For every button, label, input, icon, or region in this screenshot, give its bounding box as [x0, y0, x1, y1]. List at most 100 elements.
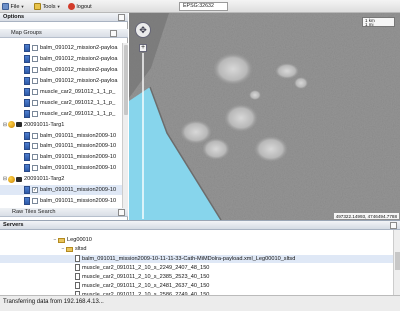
servers-header: Servers [0, 220, 400, 230]
layer-checkbox[interactable] [32, 67, 38, 74]
layer-checkbox[interactable] [32, 89, 38, 95]
file-icon [75, 282, 80, 290]
layer-checkbox[interactable] [32, 143, 38, 150]
scale-bottom-label: 1 mi [365, 22, 374, 27]
options-panel: Options Map Groups balm_091012_mission2-… [0, 13, 128, 220]
tree-scrollbar[interactable] [122, 43, 128, 208]
pan-arrows-icon: ✥ [139, 24, 147, 35]
file-icon [75, 264, 80, 272]
server-folder[interactable]: − sltsd [60, 245, 87, 254]
zoom-in-button[interactable]: + [139, 44, 147, 52]
raw-tiles-search-header[interactable]: Raw Tiles Search [0, 208, 128, 217]
tree-layer-item[interactable]: balm_091011_mission2009-10 [0, 184, 122, 196]
file-menu[interactable]: File ▼ [2, 2, 24, 11]
tools-menu[interactable]: Tools ▼ [34, 2, 61, 11]
server-item-label: sltsd [75, 246, 87, 253]
layer-icon [24, 142, 30, 151]
server-item-label: muscle_car2_091011_2_10_s_2481_2637_40_1… [82, 282, 210, 289]
sar-imagery [129, 13, 400, 220]
tree-layer-label: balm_091011_mission2009-10 [40, 165, 117, 172]
server-item-label: balm_091011_mission2009-10-11-11-33-Cath… [82, 255, 296, 262]
file-icon [75, 255, 80, 263]
layer-icon [24, 98, 30, 107]
tree-layer-item[interactable]: balm_091011_mission2009-10 [0, 130, 122, 141]
server-file[interactable]: muscle_car2_091011_2_10_s_2249_2407_48_1… [75, 264, 209, 273]
servers-tree: − Leg00010− sltsd balm_091011_mission2009-1… [0, 230, 393, 295]
tree-group[interactable]: ⊟ 20091011-Targ2 [0, 174, 122, 185]
layer-icon [24, 88, 30, 96]
target-icon [16, 176, 22, 182]
tree-layer-item[interactable]: muscle_car2_091012_1_1_p_ [0, 87, 122, 98]
status-bar: Transferring data from 192.168.4.13... [0, 295, 400, 311]
servers-scrollbar[interactable] [393, 230, 400, 295]
file-menu-label: File [10, 3, 20, 10]
tree-layer-item[interactable]: muscle_car2_091012_1_1_p_ [0, 108, 122, 119]
tree-layer-item[interactable]: balm_091012_mission2-payloa [0, 54, 122, 65]
layer-checkbox[interactable] [32, 197, 38, 204]
zoom-slider[interactable] [142, 53, 144, 219]
group-icon [8, 175, 15, 183]
tree-layer-label: balm_091012_mission2-payloa [40, 78, 118, 85]
layer-checkbox[interactable] [32, 99, 38, 106]
tree-layer-label: muscle_car2_091012_1_1_p_ [40, 89, 116, 95]
layer-icon [24, 196, 30, 205]
tree-layer-label: balm_091011_mission2009-10 [40, 143, 117, 150]
tree-layer-label: balm_091011_mission2009-10 [40, 154, 117, 161]
servers-scrollbar-thumb[interactable] [395, 252, 400, 270]
folder-icon [66, 246, 73, 252]
server-file[interactable]: balm_091011_mission2009-10-11-11-33-Cath… [0, 254, 393, 264]
server-item-label: Leg00010 [67, 237, 92, 244]
pan-control[interactable]: ✥ [135, 22, 151, 38]
layer-icon [24, 164, 30, 173]
layer-checkbox[interactable] [32, 110, 38, 117]
map-groups-header[interactable]: Map Groups [0, 29, 128, 38]
collapse-button[interactable] [118, 14, 125, 21]
tree-layer-item[interactable]: balm_091011_mission2009-10 [0, 163, 122, 174]
layer-icon [24, 44, 30, 53]
chevron-down-icon: ▼ [56, 4, 61, 9]
tree-layer-item[interactable]: balm_091012_mission2-payloa [0, 43, 122, 54]
raw-tiles-toggle[interactable] [118, 209, 125, 216]
server-folder[interactable]: − Leg00010 [52, 236, 92, 245]
tree-group[interactable]: ⊟ 20091011-Targ1 [0, 119, 122, 130]
layer-icon [24, 109, 30, 118]
layer-checkbox[interactable] [32, 45, 38, 52]
mouse-coordinates: 497322.14993, 4746494.7788 [333, 213, 399, 219]
map-groups-toggle[interactable] [110, 30, 117, 37]
tree-scrollbar-thumb[interactable] [124, 45, 128, 115]
status-text: Transferring data from 192.168.4.13... [3, 299, 104, 305]
main-toolbar: File ▼ Tools ▼ logout EPSG:32632 [0, 0, 400, 13]
servers-collapse-button[interactable] [390, 222, 397, 229]
server-file[interactable]: muscle_car2_091011_2_10_s_2385_2523_40_1… [75, 273, 209, 282]
tree-layer-label: balm_091011_mission2009-10 [40, 187, 117, 194]
chevron-down-icon: ▼ [20, 4, 25, 9]
tree-group-label: 20091011-Targ2 [24, 176, 65, 183]
layer-checkbox[interactable] [32, 56, 38, 63]
tree-layer-item[interactable]: balm_091011_mission2009-10 [0, 152, 122, 163]
projection-field[interactable]: EPSG:32632 [179, 2, 228, 11]
layer-checkbox[interactable] [32, 187, 38, 194]
tree-layer-item[interactable]: balm_091012_mission2-payloa [0, 76, 122, 87]
tree-group-label: 20091011-Targ1 [24, 121, 65, 128]
server-file[interactable]: muscle_car2_091011_2_10_s_2481_2637_40_1… [75, 282, 209, 291]
layer-icon [24, 186, 30, 195]
server-item-label: muscle_car2_091011_2_10_s_2385_2523_40_1… [82, 273, 210, 280]
options-header: Options [0, 13, 128, 22]
tree-layer-item[interactable]: balm_091012_mission2-payloa [0, 65, 122, 76]
scale-bar: 1 km 1 mi [362, 17, 395, 27]
layer-icon [24, 77, 30, 86]
layer-checkbox[interactable] [32, 78, 38, 85]
layer-checkbox[interactable] [32, 132, 38, 139]
map-view[interactable]: ✥ + 1 km 1 mi 497322.14993, 4746494.7788 [129, 13, 400, 220]
servers-title: Servers [3, 222, 24, 228]
logout-button[interactable]: logout [68, 2, 92, 11]
raw-tiles-search-label: Raw Tiles Search [12, 209, 56, 215]
tree-layer-item[interactable]: muscle_car2_091012_1_1_p_ [0, 97, 122, 108]
tree-layer-item[interactable]: balm_091011_mission2009-10 [0, 195, 122, 206]
layer-icon [24, 55, 30, 64]
layer-icon [24, 66, 30, 75]
layer-checkbox[interactable] [32, 154, 38, 161]
layer-icon [24, 131, 30, 140]
tree-layer-item[interactable]: balm_091011_mission2009-10 [0, 141, 122, 152]
layer-checkbox[interactable] [32, 165, 38, 172]
